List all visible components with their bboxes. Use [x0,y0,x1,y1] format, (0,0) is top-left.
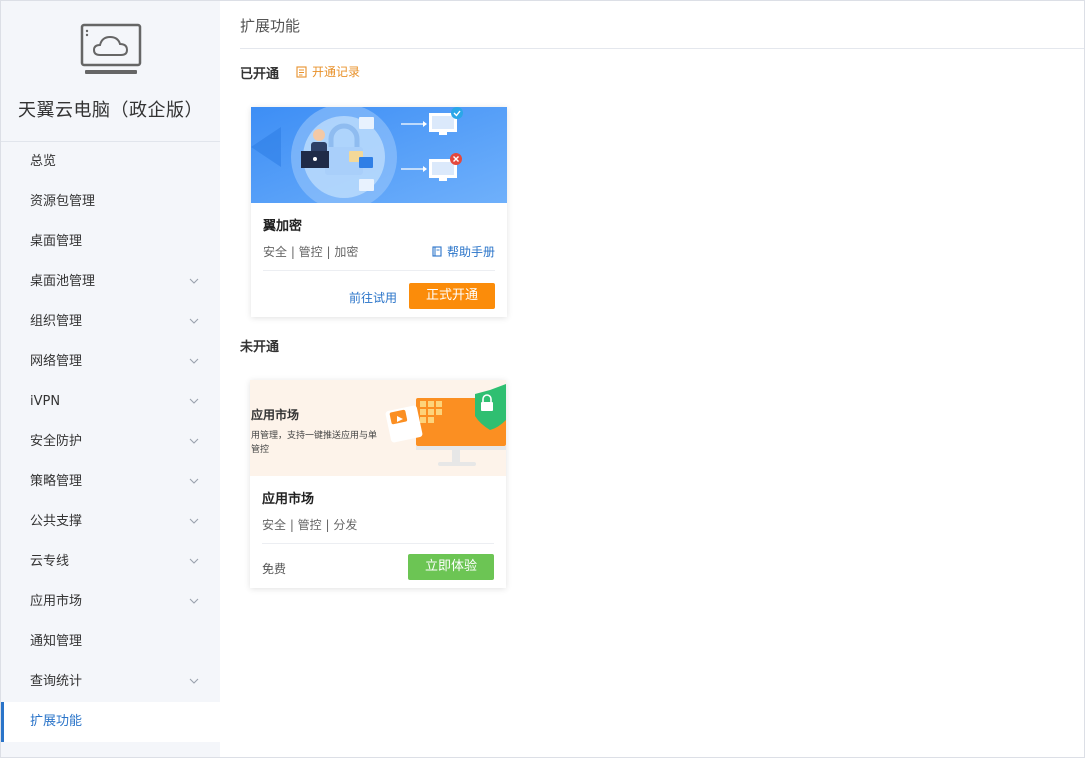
app-market-card-title: 应用市场 [262,492,315,507]
sidebar-item-label: 桌面管理 [30,234,83,249]
app-market-card-tags: 安全 | 管控 | 分发 [262,518,358,532]
chevron-down-icon [189,278,199,284]
sidebar-nav: 总览资源包管理桌面管理桌面池管理组织管理网络管理 iVPN 安全防护策略管理公共支撑… [1,142,220,742]
chevron-down-icon [189,478,199,484]
main-content: 扩展功能 已开通 开通记录 翼加密 安全 | 管控 | 加密 帮助手册 前往试用… [220,1,1084,757]
help-manual-link[interactable]: 帮助手册 [432,243,495,260]
try-now-button[interactable]: 立即体验 [408,554,494,580]
cloud-computer-logo-icon [80,23,142,74]
encryption-banner-image [251,107,507,203]
brand-header: 天翼云电脑（政企版） [1,1,220,142]
app-market-banner-desc: 用管理，支持一键推送应用与单管控 [251,431,378,455]
sidebar-item-label: 云专线 [30,554,70,569]
sidebar-item-label: 公共支撑 [30,514,83,529]
sidebar-item-label: 网络管理 [30,354,83,369]
sidebar-item[interactable]: iVPN [1,382,220,422]
chevron-down-icon [189,558,199,564]
chevron-down-icon [189,678,199,684]
activated-section-label: 已开通 [240,67,280,82]
sidebar-item-label: 扩展功能 [30,714,83,729]
sidebar-item-label: 策略管理 [30,474,83,489]
chevron-down-icon [189,598,199,604]
chevron-down-icon [189,518,199,524]
app-market-banner-title: 应用市场 [251,408,300,422]
brand-title: 天翼云电脑（政企版） [18,100,203,121]
sidebar-item[interactable]: 公共支撑 [1,502,220,542]
sidebar-item[interactable]: 安全防护 [1,422,220,462]
encryption-illustration [251,107,507,203]
encryption-card-tags: 安全 | 管控 | 加密 [263,245,359,259]
formal-activate-button[interactable]: 正式开通 [409,283,495,309]
sidebar-item[interactable]: 总览 [1,142,220,182]
sidebar-item[interactable]: 桌面池管理 [1,262,220,302]
try-out-link[interactable]: 前往试用 [349,289,397,306]
sidebar-item[interactable]: 应用市场 [1,582,220,622]
sidebar: 天翼云电脑（政企版） 总览资源包管理桌面管理桌面池管理组织管理网络管理 iVPN 安… [1,1,220,757]
app-market-card: 应用市场 用管理，支持一键推送应用与单管控 应用市场 安全 | 管控 | 分发 … [250,380,506,588]
sidebar-item-label: 应用市场 [30,594,83,609]
title-divider [240,48,1084,49]
help-manual-label: 帮助手册 [446,245,495,259]
price-label: 免费 [262,562,287,576]
sidebar-item[interactable]: 组织管理 [1,302,220,342]
sidebar-item-label: 组织管理 [30,314,83,329]
sidebar-item-label: 资源包管理 [30,194,96,209]
document-icon [296,65,307,78]
sidebar-item[interactable]: 策略管理 [1,462,220,502]
not-activated-section-label: 未开通 [240,340,280,355]
sidebar-item[interactable]: 云专线 [1,542,220,582]
sidebar-item-label: 通知管理 [30,634,83,649]
chevron-down-icon [189,318,199,324]
sidebar-item[interactable]: 查询统计 [1,662,220,702]
page-title: 扩展功能 [240,17,301,35]
sidebar-item[interactable]: 桌面管理 [1,222,220,262]
sidebar-item-label: iVPN [30,394,61,409]
activation-record-link[interactable]: 开通记录 [296,63,360,80]
book-icon [432,246,442,257]
activation-record-label: 开通记录 [312,65,361,79]
sidebar-item[interactable]: 通知管理 [1,622,220,662]
sidebar-item-label: 查询统计 [30,674,83,689]
sidebar-item-label: 总览 [30,154,57,169]
encryption-card-title: 翼加密 [263,219,303,234]
sidebar-item[interactable]: 扩展功能 [1,702,220,742]
sidebar-item-label: 安全防护 [30,434,83,449]
encryption-card: 翼加密 安全 | 管控 | 加密 帮助手册 前往试用 正式开通 [251,107,507,317]
sidebar-item[interactable]: 网络管理 [1,342,220,382]
sidebar-item-label: 桌面池管理 [30,274,96,289]
chevron-down-icon [189,358,199,364]
app-market-illustration [385,384,506,466]
chevron-down-icon [189,438,199,444]
chevron-down-icon [189,398,199,404]
app-market-banner-image: 应用市场 用管理，支持一键推送应用与单管控 [250,380,506,476]
sidebar-item[interactable]: 资源包管理 [1,182,220,222]
